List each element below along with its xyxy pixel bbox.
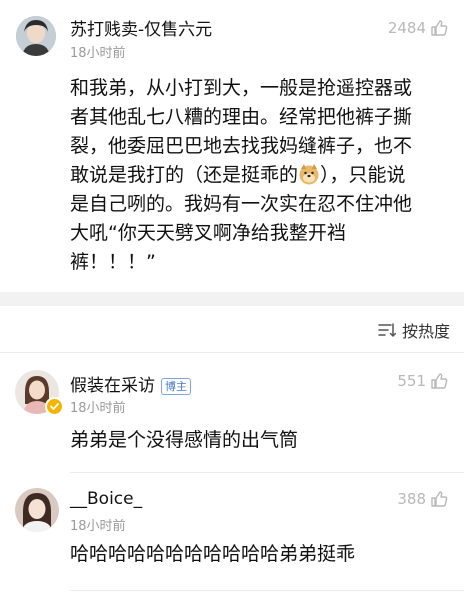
avatar[interactable] <box>15 488 59 532</box>
comment-username-text: 假装在采访 <box>70 376 155 396</box>
thumbs-up-icon <box>431 20 448 36</box>
divider <box>70 472 464 473</box>
thumbs-up-icon <box>431 373 448 389</box>
thumbs-up-icon <box>431 491 448 507</box>
comment-text: 哈哈哈哈哈哈哈哈哈哈哈弟弟挺乖 <box>70 543 356 565</box>
avatar[interactable] <box>16 16 56 56</box>
avatar-image <box>16 16 56 56</box>
post-line: 裂，他委屈巴巴地去找我妈缝裤子，也不 <box>70 135 413 157</box>
post-time: 18小时前 <box>70 46 126 61</box>
post-line: 者其他乱七八糟的理由。经常把他裤子撕 <box>70 106 413 128</box>
comment-time: 18小时前 <box>70 519 126 534</box>
comment-text: 弟弟是个没得感情的出气筒 <box>70 429 299 451</box>
post-body: 和我弟，从小打到大，一般是抢遥控器或 者其他乱七八糟的理由。经常把他裤子撕 裂，… <box>70 74 456 277</box>
sort-label: 按热度 <box>401 322 450 341</box>
divider <box>0 352 464 353</box>
post-username[interactable]: 苏打贱卖-仅售六元 <box>70 15 212 40</box>
post-line: 是自己咧的。我妈有一次实在忍不住冲他 <box>70 193 413 215</box>
comment-like-button[interactable]: 551 <box>397 372 448 390</box>
author-badge: 博主 <box>161 377 191 395</box>
avatar-image <box>15 488 59 532</box>
comment-username[interactable]: __Boice_ <box>70 489 142 509</box>
doge-emoji-icon <box>298 163 320 185</box>
comment-time: 18小时前 <box>70 401 126 416</box>
like-count: 388 <box>397 490 426 508</box>
post-like-button[interactable]: 2484 <box>388 19 448 37</box>
like-count: 2484 <box>387 19 426 37</box>
divider <box>70 590 464 591</box>
section-divider <box>0 292 464 306</box>
like-count: 551 <box>397 372 426 390</box>
post-line-with-emoji: 敢说是我打的（还是挺乖的 ），只能说 <box>70 161 456 190</box>
post-line-part: ），只能说 <box>320 164 406 186</box>
comment-username[interactable]: 假装在采访 博主 <box>70 371 191 396</box>
comment-like-button[interactable]: 388 <box>397 490 448 508</box>
verified-badge-icon <box>45 397 64 416</box>
sort-by-hot-button[interactable]: 按热度 <box>378 318 450 342</box>
post-line: 和我弟，从小打到大，一般是抢遥控器或 <box>70 77 413 99</box>
sort-icon <box>378 323 396 338</box>
post-line: 裤！！！” <box>70 251 156 273</box>
post-line-part: 敢说是我打的（还是挺乖的 <box>70 164 299 186</box>
post-line: 大吼“你天天劈叉啊净给我整开裆 <box>70 222 346 244</box>
